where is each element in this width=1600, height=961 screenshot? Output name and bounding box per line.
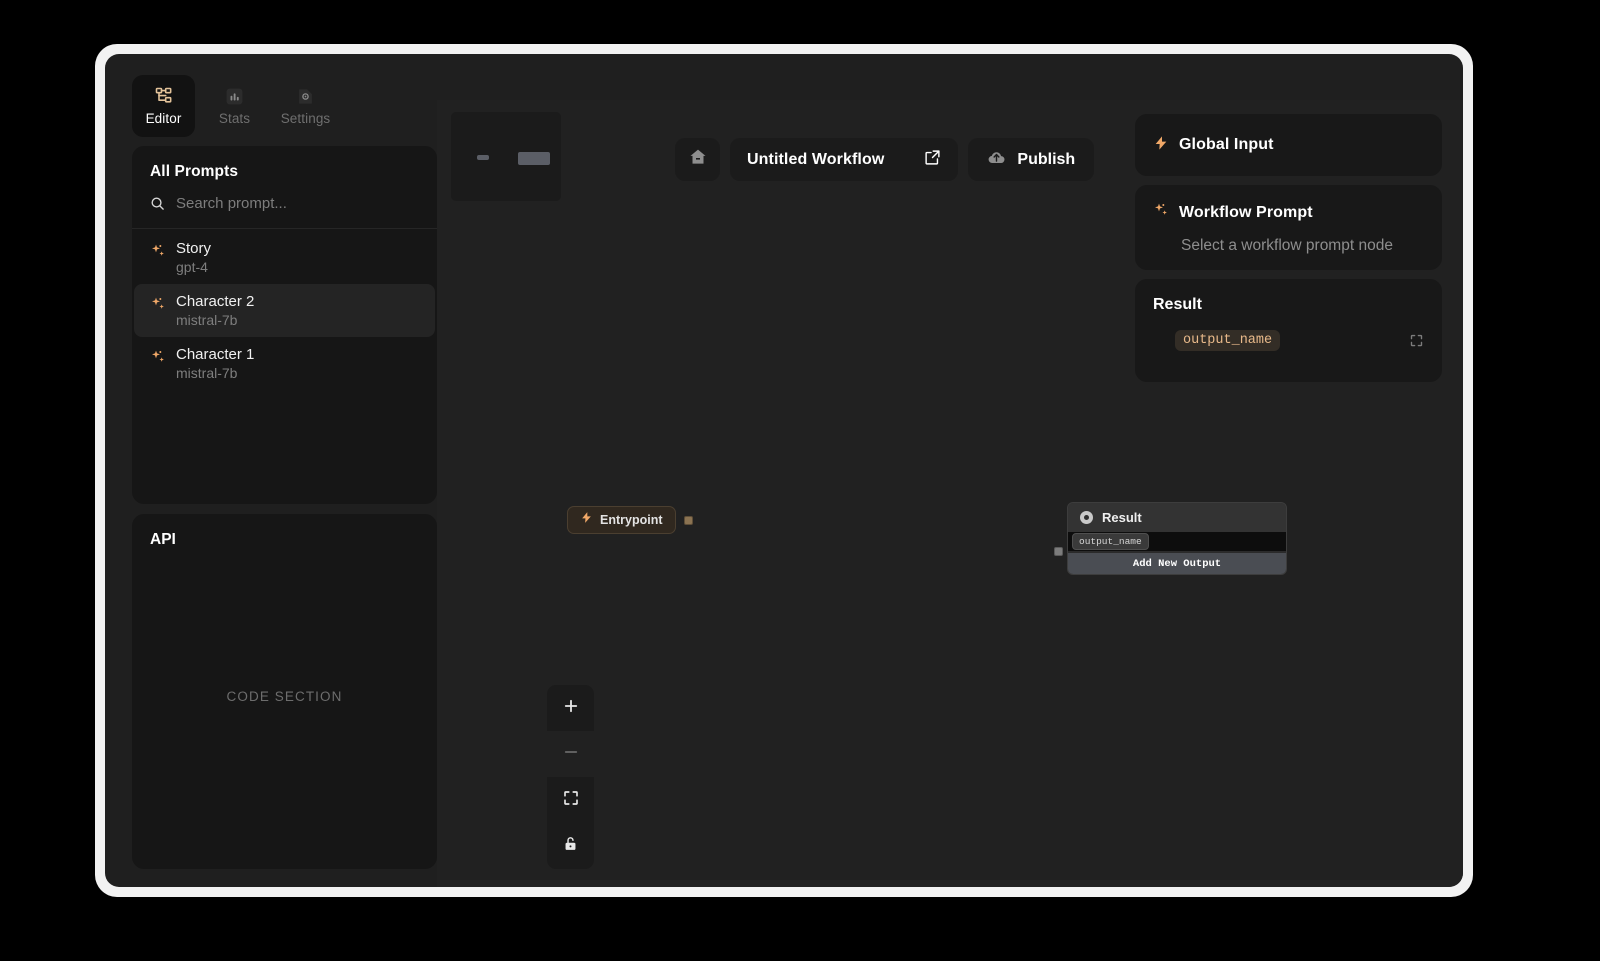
prompt-name: Character 2 [176,293,255,310]
result-panel-row: output_name [1153,314,1424,351]
result-node[interactable]: Result output_name Add New Output [1054,502,1287,575]
zoom-out-button[interactable] [547,731,594,777]
lightning-icon [580,511,593,529]
gear-document-icon [296,86,316,106]
prompts-panel-title: All Prompts [150,163,239,180]
circle-dot-icon [1080,511,1093,524]
workflow-title: Untitled Workflow [747,150,885,168]
result-node-input-handle[interactable] [1054,547,1063,556]
expand-icon[interactable] [1409,333,1424,348]
sparkles-icon [150,349,166,365]
code-section-placeholder: CODE SECTION [226,689,343,704]
main-tab-bar: Editor Stats Settings [132,75,337,137]
minus-icon [562,743,580,766]
result-node-header[interactable]: Result [1068,503,1286,532]
prompt-list-item[interactable]: Story gpt-4 [134,231,435,284]
search-icon [150,196,165,211]
result-panel-title: Result [1153,296,1202,313]
minimap-node [518,152,550,165]
lock-canvas-button[interactable] [547,823,594,869]
entrypoint-output-handle[interactable] [683,515,693,525]
tab-settings-label: Settings [280,111,331,126]
api-panel: API CODE SECTION [132,514,437,869]
workflow-prompt-panel[interactable]: Workflow Prompt Select a workflow prompt… [1135,185,1442,270]
search-prompt-row[interactable] [132,189,437,229]
prompt-name: Story [176,240,212,257]
result-node-output-row[interactable]: output_name [1068,532,1286,551]
publish-button[interactable]: Publish [968,138,1095,181]
result-output-panel: Result output_name [1135,279,1442,382]
app-window: Editor Stats Settings All Prompts Search… [105,54,1463,887]
global-input-header: Global Input [1153,135,1274,156]
result-output-chip[interactable]: output_name [1175,330,1281,351]
entrypoint-node[interactable]: Entrypoint [567,506,693,534]
fit-view-icon [562,789,580,812]
workflow-prompt-empty-text: Select a workflow prompt node [1181,237,1393,254]
search-input[interactable] [176,195,419,212]
zoom-in-button[interactable] [547,685,594,731]
right-inspector-panel: Global Input Workflow Prompt Select a wo… [1135,114,1442,382]
tab-stats-label: Stats [218,111,251,126]
global-input-panel[interactable]: Global Input [1135,114,1442,176]
prompt-list: Story gpt-4 Character 2 mistral-7b Chara… [132,229,437,504]
canvas-toolbar: Untitled Workflow Publish [675,138,1095,181]
prompt-name: Character 1 [176,346,255,363]
tab-stats[interactable]: Stats [203,75,266,137]
fit-view-button[interactable] [547,777,594,823]
left-sidebar: All Prompts Search prompt... Story gpt-4… [132,146,437,869]
workflow-tree-icon [154,86,174,106]
entrypoint-node-body[interactable]: Entrypoint [567,506,676,534]
lightning-icon [1153,135,1169,156]
minimap[interactable] [451,112,561,201]
canvas-zoom-controls [547,685,594,869]
prompt-model: mistral-7b [176,312,238,328]
sparkles-icon [150,243,166,259]
workflow-prompt-header: Workflow Prompt [1153,202,1424,223]
plus-icon [562,697,580,720]
bar-chart-icon [225,86,245,106]
entrypoint-node-label: Entrypoint [600,513,663,527]
tab-settings[interactable]: Settings [274,75,337,137]
home-icon [688,147,708,172]
tab-editor-label: Editor [145,111,182,126]
unlock-icon [562,835,579,857]
home-button[interactable] [675,138,720,181]
prompts-panel: All Prompts Search prompt... Story gpt-4… [132,146,437,504]
publish-label: Publish [1017,150,1076,168]
tab-editor[interactable]: Editor [132,75,195,137]
cloud-upload-icon [987,148,1006,172]
sparkles-icon [150,296,166,312]
external-link-icon[interactable] [924,149,941,171]
api-panel-title: API [150,531,176,548]
result-node-body[interactable]: Result output_name Add New Output [1067,502,1287,575]
app-device-frame: Editor Stats Settings All Prompts Search… [95,44,1473,897]
result-node-output-name[interactable]: output_name [1072,533,1149,550]
workflow-title-button[interactable]: Untitled Workflow [730,138,959,181]
minimap-node [477,155,489,160]
sparkles-icon [1153,202,1169,223]
global-input-title: Global Input [1179,136,1274,153]
prompt-model: gpt-4 [176,259,208,275]
result-node-title: Result [1102,510,1142,525]
prompt-list-item[interactable]: Character 1 mistral-7b [134,337,435,390]
prompt-model: mistral-7b [176,365,238,381]
workflow-prompt-title: Workflow Prompt [1179,203,1313,221]
prompt-list-item[interactable]: Character 2 mistral-7b [134,284,435,337]
add-new-output-button[interactable]: Add New Output [1068,553,1286,574]
